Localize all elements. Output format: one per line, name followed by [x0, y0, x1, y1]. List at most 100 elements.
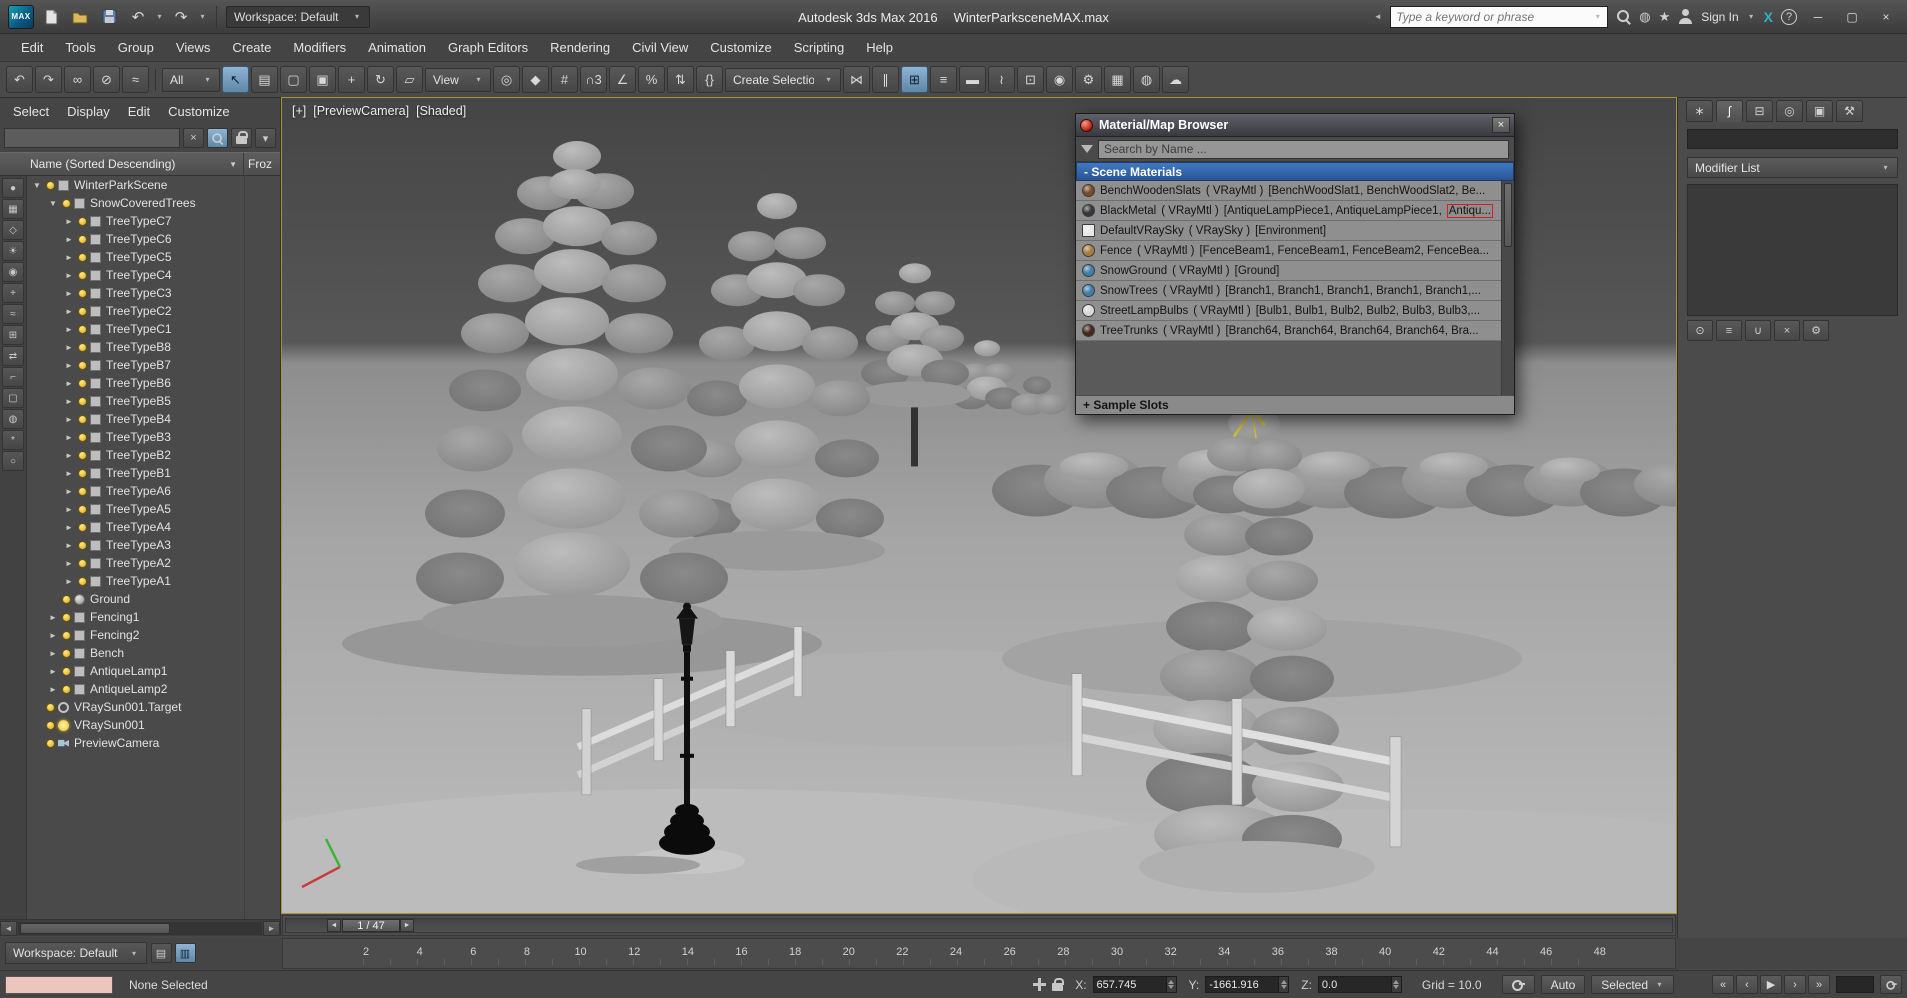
visibility-bulb-icon[interactable] — [78, 432, 87, 442]
menu-item[interactable]: Civil View — [621, 36, 699, 59]
material-map-browser[interactable]: Material/Map Browser × - Scene Materials… — [1075, 113, 1515, 415]
scene-explorer-toggle-icon[interactable]: ▤ — [150, 943, 172, 963]
search-icon[interactable] — [1616, 9, 1631, 24]
display-xrefs-icon[interactable]: ⇄ — [2, 346, 24, 366]
y-coordinate-input[interactable] — [1205, 976, 1280, 993]
visibility-bulb-icon[interactable] — [78, 270, 87, 280]
scroll-right-icon[interactable]: ► — [263, 920, 280, 936]
key-mode-toggle-button[interactable] — [1880, 975, 1902, 994]
make-unique-icon[interactable]: ∪ — [1745, 320, 1771, 341]
material-row[interactable]: BenchWoodenSlats ( VRayMtl ) [BenchWoodS… — [1076, 181, 1514, 201]
redo-dropdown-icon[interactable]: ▾ — [198, 12, 207, 21]
scene-tree-row[interactable]: ► Fencing1 — [27, 608, 280, 626]
expand-arrow-icon[interactable]: ► — [63, 307, 75, 316]
new-file-icon[interactable] — [39, 5, 63, 29]
time-slider-handle[interactable]: 1 / 47 — [342, 919, 400, 932]
a360-render-icon[interactable]: ☁ — [1162, 66, 1189, 93]
isolate-selection-icon[interactable] — [1033, 978, 1047, 991]
expand-arrow-icon[interactable]: ► — [63, 415, 75, 424]
scene-tree-row[interactable]: ► TreeTypeC1 — [27, 320, 280, 338]
workspace-selector-bottom[interactable]: Workspace: Default ▾ — [5, 942, 147, 964]
pin-stack-icon[interactable]: ⊙ — [1687, 320, 1713, 341]
close-button[interactable]: × — [1873, 7, 1899, 27]
snaps-toggle-3d-icon[interactable]: ∩3 — [580, 66, 607, 93]
next-frame-arrow-icon[interactable]: ► — [400, 919, 414, 932]
mirror-icon[interactable]: ⋈ — [843, 66, 870, 93]
scene-tree-row[interactable]: ► TreeTypeA5 — [27, 500, 280, 518]
redo-icon[interactable]: ↷ — [35, 66, 62, 93]
menu-item[interactable]: Help — [855, 36, 904, 59]
bind-to-space-warp-icon[interactable]: ≈ — [122, 66, 149, 93]
save-file-icon[interactable] — [97, 5, 121, 29]
scene-tree-row[interactable]: ► TreeTypeB8 — [27, 338, 280, 356]
display-space-warps-icon[interactable]: ≈ — [2, 304, 24, 324]
search-options-icon[interactable]: ▾ — [1593, 12, 1602, 21]
menu-item[interactable]: Modifiers — [282, 36, 357, 59]
expand-arrow-icon[interactable]: ► — [63, 253, 75, 262]
curve-editor-icon[interactable]: ≀ — [988, 66, 1015, 93]
rendered-frame-window-icon[interactable]: ▦ — [1104, 66, 1131, 93]
menu-item[interactable]: Graph Editors — [437, 36, 539, 59]
tab-modify[interactable]: ∫ — [1716, 100, 1743, 122]
expand-arrow-icon[interactable]: ► — [63, 235, 75, 244]
display-materials-icon[interactable]: ◍ — [2, 409, 24, 429]
viewport-pov-menu[interactable]: [PreviewCamera] — [313, 104, 409, 118]
show-end-result-icon[interactable]: ≡ — [1716, 320, 1742, 341]
lock-explorer-button[interactable] — [231, 128, 252, 148]
visibility-bulb-icon[interactable] — [78, 252, 87, 262]
menu-item[interactable]: Customize — [699, 36, 782, 59]
spinner-icon[interactable] — [1279, 976, 1290, 993]
selection-lock-icon[interactable] — [1052, 977, 1064, 991]
track-bar[interactable]: 2 4 6 8 10 12 14 16 18 20 22 24 26 28 30 32 34 36 38 40 42 44… — [282, 938, 1676, 969]
frozen-column-header[interactable]: Froz — [243, 153, 280, 175]
go-to-end-icon[interactable]: » — [1808, 975, 1830, 994]
undo-icon[interactable]: ↶ — [6, 66, 33, 93]
visibility-bulb-icon[interactable] — [78, 396, 87, 406]
visibility-bulb-icon[interactable] — [78, 216, 87, 226]
expand-arrow-icon[interactable]: ► — [63, 469, 75, 478]
max-logo-button[interactable]: MAX — [8, 4, 34, 29]
z-coordinate-field[interactable] — [1317, 976, 1402, 993]
filter-icon[interactable] — [1081, 145, 1093, 153]
spinner-icon[interactable] — [1391, 976, 1402, 993]
select-and-manipulate-icon[interactable]: ◆ — [522, 66, 549, 93]
use-pivot-point-icon[interactable]: ◎ — [493, 66, 520, 93]
find-button[interactable] — [207, 128, 228, 148]
visibility-bulb-icon[interactable] — [46, 720, 55, 730]
expand-arrow-icon[interactable]: ► — [63, 343, 75, 352]
scene-tree-row[interactable]: ► TreeTypeB1 — [27, 464, 280, 482]
material-row[interactable]: BlackMetal ( VRayMtl ) [AntiqueLampPiece… — [1076, 201, 1514, 221]
expand-arrow-icon[interactable]: ► — [63, 541, 75, 550]
x-coordinate-input[interactable] — [1092, 976, 1167, 993]
material-editor-icon[interactable]: ◉ — [1046, 66, 1073, 93]
expand-arrow-icon[interactable]: ▼ — [47, 199, 59, 208]
expand-arrow-icon[interactable]: ► — [63, 217, 75, 226]
visibility-bulb-icon[interactable] — [62, 630, 71, 640]
percent-snap-icon[interactable]: % — [638, 66, 665, 93]
viewport-general-menu[interactable]: [+] — [292, 104, 306, 118]
expand-arrow-icon[interactable]: ► — [63, 289, 75, 298]
scroll-left-icon[interactable]: ◄ — [0, 920, 17, 936]
current-frame-field[interactable] — [1836, 976, 1874, 993]
select-and-link-icon[interactable]: ∞ — [64, 66, 91, 93]
set-key-button[interactable] — [1501, 975, 1535, 994]
favorites-star-icon[interactable]: ★ — [1659, 9, 1671, 25]
selection-filter-dropdown[interactable]: All ▾ — [162, 67, 220, 92]
spinner-icon[interactable] — [1166, 976, 1177, 993]
expand-arrow-icon[interactable]: ► — [47, 613, 59, 622]
align-icon[interactable]: ∥ — [872, 66, 899, 93]
auto-key-button[interactable]: Auto — [1540, 975, 1586, 994]
menu-item[interactable]: Group — [107, 36, 165, 59]
scene-tree-row[interactable]: ► TreeTypeB5 — [27, 392, 280, 410]
modifier-stack[interactable] — [1687, 184, 1898, 316]
visibility-bulb-icon[interactable] — [46, 738, 55, 748]
open-file-icon[interactable] — [68, 5, 92, 29]
display-hidden-icon[interactable]: ○ — [2, 451, 24, 471]
scene-tree-row[interactable]: VRaySun001 — [27, 716, 280, 734]
select-and-move-icon[interactable]: + — [338, 66, 365, 93]
key-filter-dropdown[interactable]: Selected ▾ — [1591, 975, 1674, 994]
explorer-options-dropdown[interactable]: ▾ — [255, 128, 276, 148]
material-scrollbar[interactable] — [1501, 181, 1514, 395]
search-collapse-icon[interactable]: ◄ — [1373, 12, 1382, 21]
expand-arrow-icon[interactable]: ► — [63, 325, 75, 334]
